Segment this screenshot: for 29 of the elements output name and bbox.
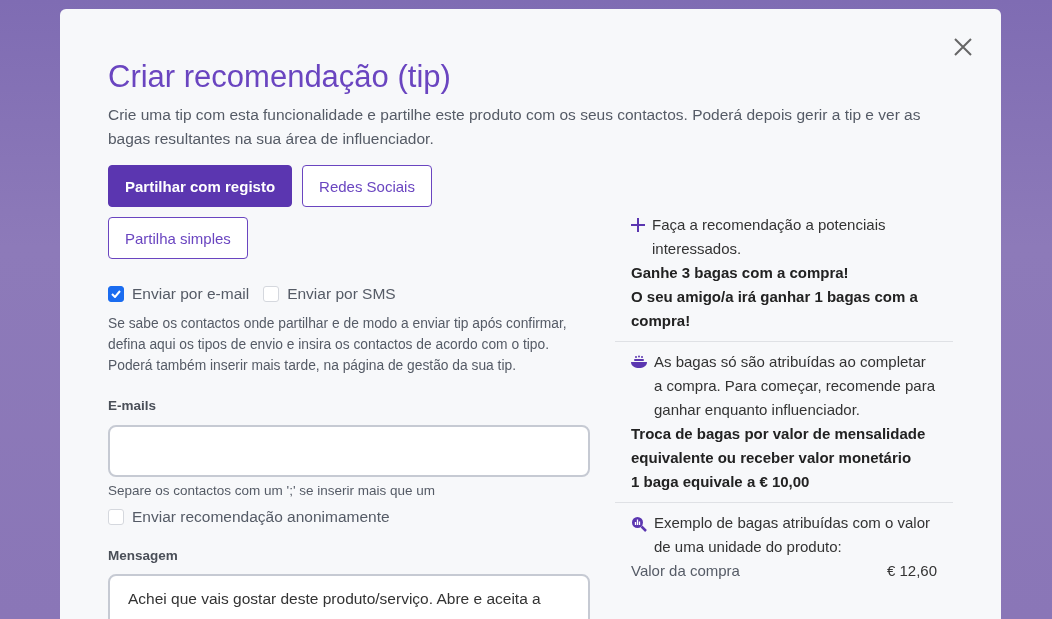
dialog-title: Criar recomendação (tip) <box>108 58 452 96</box>
send-help-text: Se sabe os contactos onde partilhar e de modo a enviar tip após confirmar, defina aqui os tipos de envio e insira os contactos de acordo com o tipo. Poderá também inserir mais tarde, na página de gestão da sua tip. <box>108 315 568 375</box>
info-text: As bagas só são atribuídas ao completar a compra. Para começar, recomende para ganhar enquanto influenciador. <box>654 352 936 420</box>
info-label: Valor da compra <box>631 561 740 581</box>
checkbox-label: Enviar por e-mail <box>132 285 250 303</box>
info-text: Faça a recomendação a potenciais interessados. <box>652 215 887 259</box>
plus-icon <box>631 218 645 232</box>
info-text: 1 baga equivale a € 10,00 <box>631 472 811 492</box>
checkbox-label: Enviar por SMS <box>287 285 396 303</box>
field-label: Mensagem <box>108 548 179 563</box>
check-icon <box>111 290 121 298</box>
checkbox[interactable] <box>108 286 124 302</box>
info-value: € 12,60 <box>886 561 937 581</box>
info-text: Troca de bagas por valor de mensalidade equivalente ou receber valor monetário <box>631 424 927 468</box>
field-hint: Separe os contactos com um ';' se inserir mais que um <box>108 483 437 498</box>
info-text: Ganhe 3 bagas com a compra! <box>631 263 850 283</box>
field-label: E-mails <box>108 398 158 413</box>
share-mode-tab[interactable]: Redes Sociais <box>302 165 432 207</box>
checkbox-label: Enviar recomendação anonimamente <box>132 508 390 526</box>
share-mode-tab[interactable]: Partilhar com registo <box>108 165 293 207</box>
info-text: Exemplo de bagas atribuídas com o valor de uma unidade do produto: <box>654 513 931 557</box>
message-input-field[interactable]: Achei que vais gostar deste produto/serviço. Abre e aceita a <box>108 574 590 619</box>
info-text: O seu amigo/a irá ganhar 1 bagas com a compra! <box>631 287 919 331</box>
bowl-icon <box>631 355 647 369</box>
emails-input-field[interactable] <box>108 425 590 477</box>
chart-search-icon <box>631 516 647 532</box>
share-mode-tab[interactable]: Partilha simples <box>108 217 248 259</box>
dialog-description: Crie uma tip com esta funcionalidade e partilhe este produto com os seus contactos. Poderá depois gerir a tip e ver as bagas resultantes na sua área de influenciador. <box>108 105 922 149</box>
close-icon[interactable] <box>953 37 973 57</box>
